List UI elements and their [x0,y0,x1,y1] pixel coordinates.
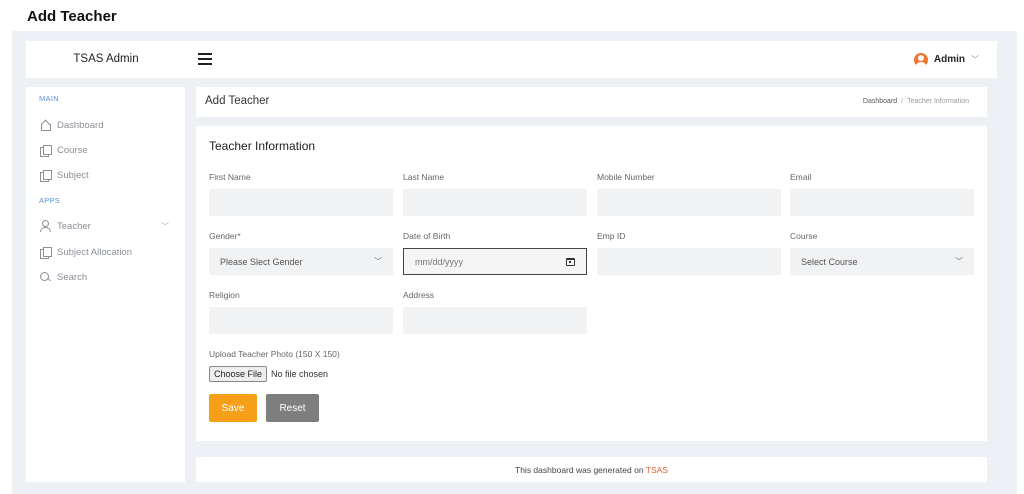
sidebar-section-apps: APPS [39,196,61,205]
choose-file-button[interactable]: Choose File [209,366,268,382]
course-label: Course [790,231,818,241]
document-icon [39,169,52,182]
sidebar-item-course[interactable]: Course [39,142,179,158]
footer-brand-link[interactable]: TSAS [646,465,668,475]
page-heading: Add Teacher [27,8,117,25]
sidebar-item-label: Subject [57,169,89,181]
first-name-label: First Name [209,172,251,182]
file-status: No file chosen [271,369,329,379]
course-select[interactable]: Select Course ﹀ [790,248,974,275]
user-name: Admin [933,54,965,65]
mobile-number-group: Mobile Number [597,172,781,216]
chevron-down-icon: ﹀ [971,55,979,64]
address-input[interactable] [403,307,587,334]
footer-text: This dashboard was generated on [515,465,644,475]
teacher-form-card: Teacher Information First Name Last Name… [196,126,987,441]
gender-selected-value: Please Slect Gender [220,256,303,267]
gender-label: Gender* [209,231,241,241]
emp-id-label: Emp ID [597,231,626,241]
address-group: Address [403,290,587,334]
content-title: Add Teacher [205,95,270,107]
religion-label: Religion [209,290,240,300]
home-icon [39,119,51,131]
mobile-number-label: Mobile Number [597,172,655,182]
email-group: Email [790,172,974,216]
file-upload: Choose File No file chosen [209,366,328,382]
calendar-icon[interactable] [566,257,575,266]
gender-group: Gender* Please Slect Gender ﹀ [209,231,393,275]
upload-photo-label: Upload Teacher Photo (150 X 150) [209,349,340,359]
sidebar-item-teacher[interactable]: Teacher ﹀ [39,218,179,234]
chevron-down-icon: ﹀ [374,257,382,266]
sidebar: MAIN Dashboard Course Subject APPS Teach… [26,87,185,482]
footer: This dashboard was generated on TSAS [196,457,987,482]
search-icon [39,271,51,283]
brand-name[interactable]: TSAS Admin [26,41,186,78]
sidebar-item-subject[interactable]: Subject [39,167,179,183]
last-name-label: Last Name [403,172,445,182]
document-icon [39,246,52,259]
course-selected-value: Select Course [801,256,858,267]
first-name-group: First Name [209,172,393,216]
sidebar-item-dashboard[interactable]: Dashboard [39,117,179,133]
sidebar-item-subject-allocation[interactable]: Subject Allocation [39,244,179,260]
sidebar-item-label: Course [57,144,88,156]
chevron-down-icon: ﹀ [955,257,963,266]
form-title: Teacher Information [209,139,316,153]
emp-id-input[interactable] [597,248,781,275]
breadcrumb-link-dashboard[interactable]: Dashboard [863,98,897,105]
last-name-input[interactable] [403,189,587,216]
address-label: Address [403,290,435,300]
chevron-down-icon: ﹀ [161,221,169,231]
sidebar-item-search[interactable]: Search [39,269,179,285]
emp-id-group: Emp ID [597,231,781,275]
first-name-input[interactable] [209,189,393,216]
reset-button[interactable]: Reset [266,394,319,422]
email-label: Email [790,172,812,182]
gender-select[interactable]: Please Slect Gender ﹀ [209,248,393,275]
sidebar-item-label: Subject Allocation [57,246,132,258]
last-name-group: Last Name [403,172,587,216]
user-menu[interactable]: Admin ﹀ [913,41,979,78]
dob-placeholder: mm/dd/yyyy [415,256,464,267]
user-icon [39,220,51,232]
breadcrumb: Dashboard / Teacher Information [862,98,969,105]
sidebar-item-label: Search [57,271,88,283]
dob-input[interactable]: mm/dd/yyyy [403,248,587,275]
dob-label: Date of Birth [403,231,451,241]
mobile-number-input[interactable] [597,189,781,216]
sidebar-item-label: Dashboard [57,119,104,131]
dob-group: Date of Birth mm/dd/yyyy [403,231,587,275]
top-bar: TSAS Admin Admin ﹀ [26,41,997,78]
user-avatar-icon [913,52,928,67]
document-icon [39,144,52,157]
breadcrumb-bar: Add Teacher Dashboard / Teacher Informatio… [196,87,987,117]
email-input[interactable] [790,189,974,216]
religion-group: Religion [209,290,393,334]
religion-input[interactable] [209,307,393,334]
course-group: Course Select Course ﹀ [790,231,974,275]
breadcrumb-current: Teacher Information [907,98,969,105]
save-button[interactable]: Save [209,394,257,422]
menu-toggle-icon[interactable] [198,53,212,65]
sidebar-item-label: Teacher [57,220,91,232]
sidebar-section-main: MAIN [39,94,59,103]
